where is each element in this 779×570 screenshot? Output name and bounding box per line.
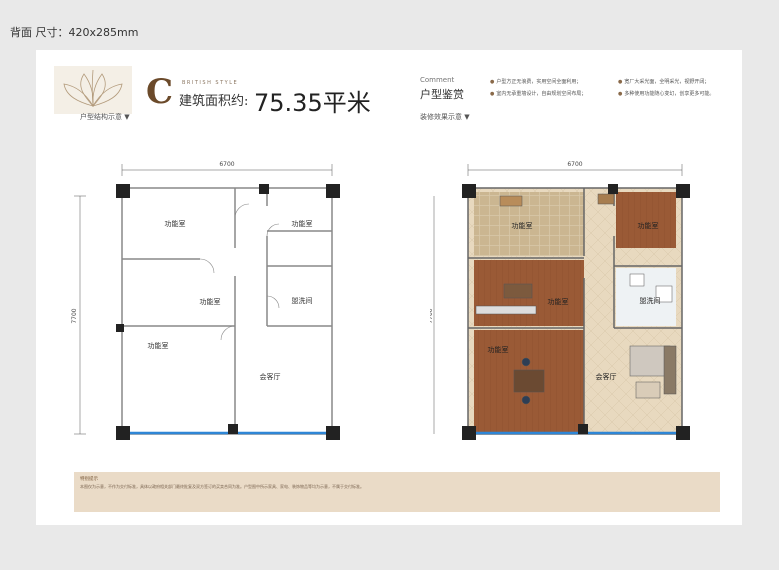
note-title: 特别提示 [80, 477, 98, 482]
special-note-band: 特别提示 本图仅为示意，不作为交付标准，具体以政府相关部门最终批复及双方签订的买… [74, 472, 720, 512]
comment-label-en: Comment [420, 76, 455, 84]
unit-type-letter: C [146, 72, 174, 112]
height-dimension: 7700 [430, 308, 434, 323]
room-label: 功能室 [512, 221, 533, 230]
room-label: 功能室 [488, 345, 509, 354]
room-label: 功能室 [292, 219, 313, 228]
style-subtitle: BRITISH STYLE [182, 80, 239, 86]
width-dimension: 6700 [567, 161, 582, 168]
decoration-floorplan: 6700 7700 功能室 功能室 功能室 盥洗间 功能室 会客厅 [430, 161, 690, 440]
floor-room-2 [616, 192, 676, 248]
feature-item: 宽厂大采光面，全明采光，视野开阔； [618, 76, 738, 88]
structure-plan-title: 户型结构示意 ▼ [80, 113, 130, 121]
room-label: 盥洗间 [292, 296, 313, 305]
room-label: 功能室 [165, 219, 186, 228]
room-label: 功能室 [148, 341, 169, 350]
feature-list-1: 户型方正无浪费，实用空间全面利用； 室内无承重墙设计，自由规划空间布局； [490, 76, 610, 100]
floorplan-sheet: C BRITISH STYLE 建筑面积约: 75.35平米 户型结构示意 ▼ … [36, 50, 742, 525]
area-label: 建筑面积约: [179, 94, 249, 109]
structure-floorplan: 6700 7700 功能室 功能室 功能室 盥洗间 功能室 会客厅 [71, 161, 340, 440]
room-label: 功能室 [548, 297, 569, 306]
note-text: 本图仅为示意，不作为交付标准，具体以政府相关部门最终批复及双方签订的买卖合同为准… [80, 484, 364, 489]
comment-label-cn: 户型鉴赏 [420, 88, 464, 101]
decoration-plan-title: 装修效果示意 ▼ [420, 113, 470, 121]
feature-item: 多种使用功能随心变幻，创享更多可能。 [618, 88, 738, 100]
room-label: 功能室 [200, 297, 221, 306]
magnolia-logo [54, 66, 132, 114]
room-label: 功能室 [638, 221, 659, 230]
feature-list-2: 宽厂大采光面，全明采光，视野开阔； 多种使用功能随心变幻，创享更多可能。 [618, 76, 738, 100]
room-label: 会客厅 [596, 372, 617, 381]
height-dimension: 7700 [71, 308, 78, 323]
width-dimension: 6700 [219, 161, 234, 168]
room-label: 盥洗间 [640, 296, 661, 305]
feature-item: 室内无承重墙设计，自由规划空间布局； [490, 88, 610, 100]
area-value: 75.35平米 [254, 89, 371, 117]
room-label: 会客厅 [260, 372, 281, 381]
size-caption: 背面 尺寸：420x285mm [10, 26, 139, 39]
feature-item: 户型方正无浪费，实用空间全面利用； [490, 76, 610, 88]
